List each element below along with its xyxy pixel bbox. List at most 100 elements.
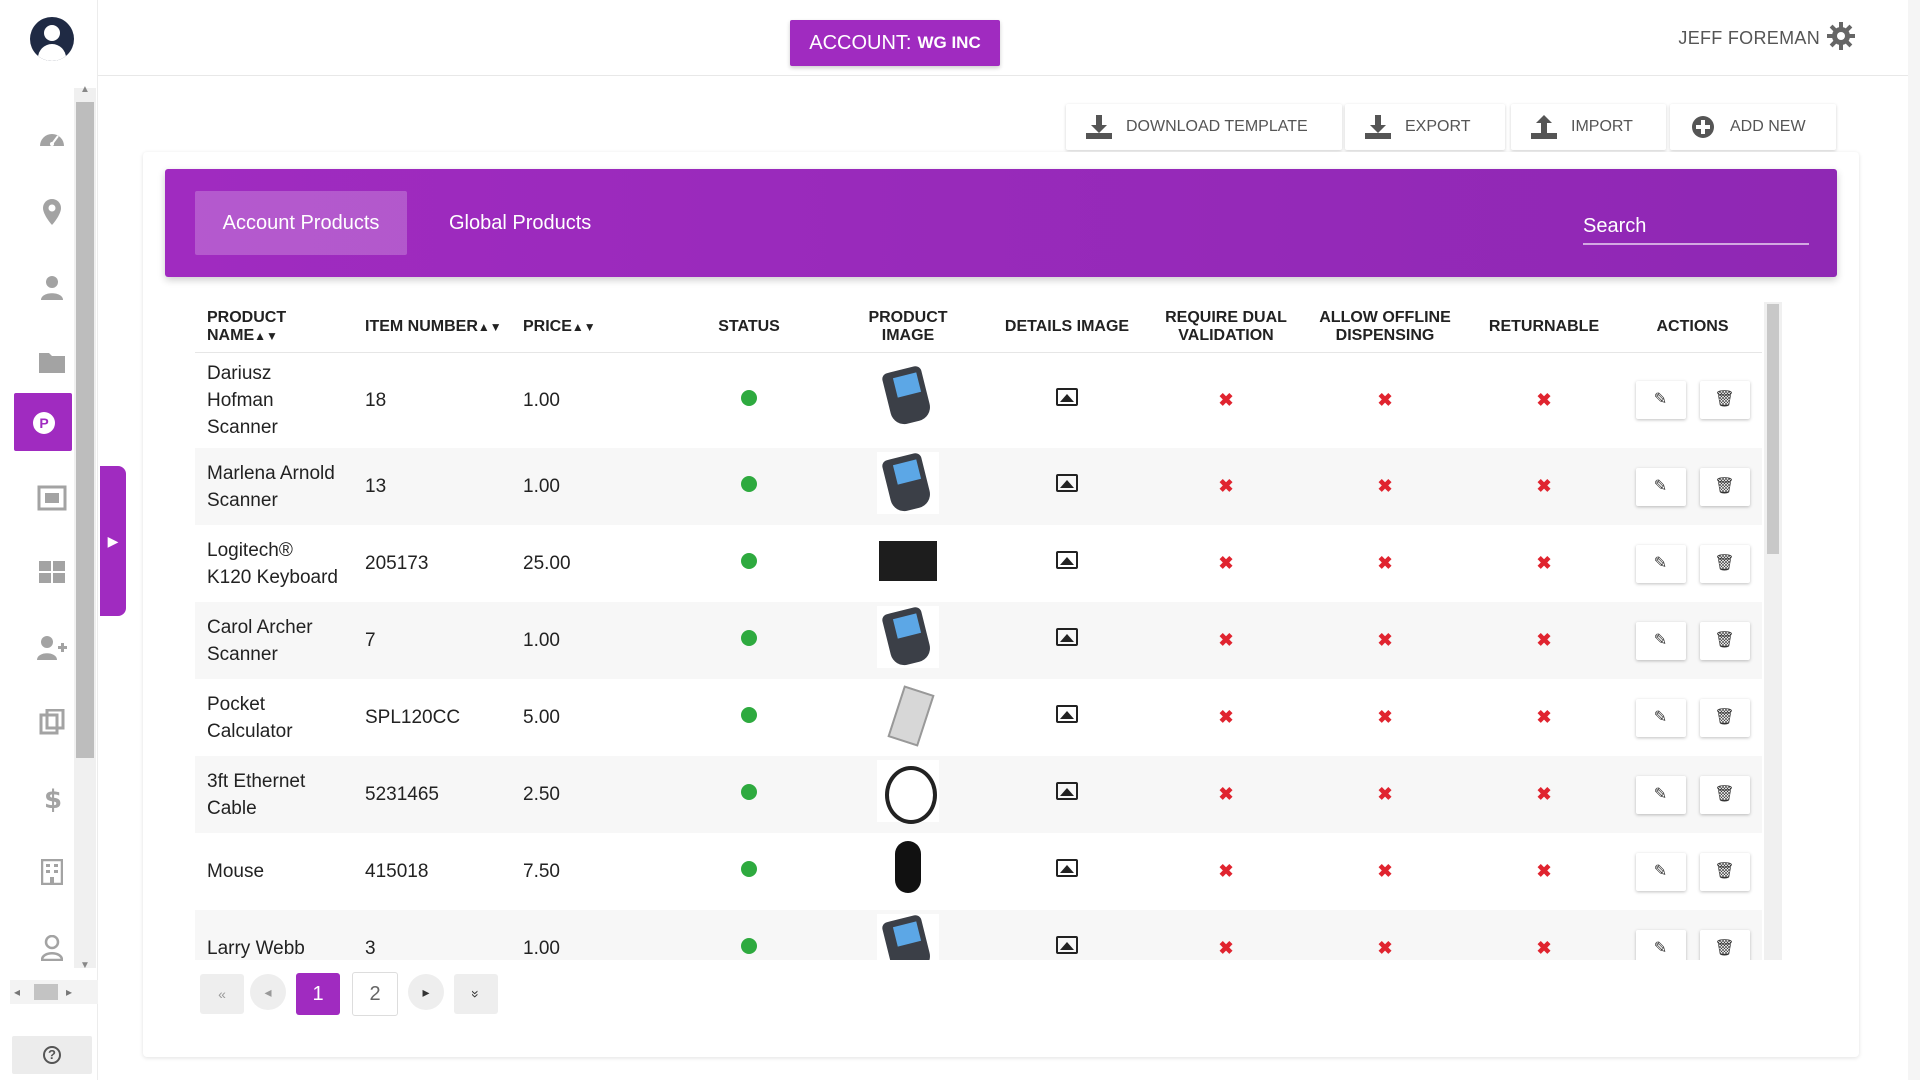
calculator-thumbnail[interactable] xyxy=(877,682,939,745)
add-new-label: ADD NEW xyxy=(1730,118,1806,135)
status-cell xyxy=(669,352,829,448)
cable-thumbnail[interactable] xyxy=(877,759,939,824)
status-cell xyxy=(669,602,829,679)
price: 1.00 xyxy=(523,389,560,411)
horizontal-scroll-thumb[interactable] xyxy=(34,984,58,1000)
actions-cell: ✎ 🗑 xyxy=(1623,602,1762,679)
trash-icon: 🗑 xyxy=(1714,391,1735,409)
grid-icon[interactable] xyxy=(36,556,68,588)
cross-icon: ✖ xyxy=(1377,476,1393,496)
user-avatar-icon[interactable] xyxy=(30,17,74,61)
image-icon[interactable] xyxy=(1056,387,1078,406)
delete-button[interactable]: 🗑 xyxy=(1699,698,1750,737)
search-input[interactable] xyxy=(1583,209,1809,245)
edit-button[interactable]: ✎ xyxy=(1635,621,1686,660)
product-image-cell xyxy=(829,833,987,910)
add-user-icon[interactable] xyxy=(36,632,68,664)
delete-button[interactable]: 🗑 xyxy=(1699,929,1750,960)
product-image-cell xyxy=(829,679,987,756)
tab-global-products[interactable]: Global Products xyxy=(427,191,613,255)
image-icon[interactable] xyxy=(1056,474,1078,492)
last-page-button[interactable]: » xyxy=(454,974,498,1014)
page-2-button[interactable]: 2 xyxy=(352,972,398,1016)
prev-page-button[interactable]: ◂ xyxy=(250,974,286,1010)
import-button[interactable]: IMPORT xyxy=(1511,104,1666,150)
copy-icon[interactable] xyxy=(36,706,68,738)
account-selector-button[interactable]: ACCOUNT: WG INC xyxy=(790,20,1000,66)
cross-icon: ✖ xyxy=(1536,389,1552,410)
delete-button[interactable]: 🗑 xyxy=(1699,852,1750,891)
image-icon[interactable] xyxy=(1056,551,1078,569)
mouse-thumbnail[interactable] xyxy=(877,836,939,899)
delete-button[interactable]: 🗑 xyxy=(1699,467,1750,506)
sidebar-expand-toggle[interactable]: ▶ xyxy=(100,466,126,616)
inventory-icon[interactable] xyxy=(36,482,68,514)
edit-button[interactable]: ✎ xyxy=(1635,698,1686,737)
edit-button[interactable]: ✎ xyxy=(1635,467,1686,506)
page-1-button[interactable]: 1 xyxy=(296,973,340,1015)
sort-icon[interactable]: ▲▼ xyxy=(478,320,502,334)
location-pin-icon[interactable] xyxy=(36,196,68,228)
delete-button[interactable]: 🗑 xyxy=(1699,544,1750,583)
folder-icon[interactable] xyxy=(36,346,68,378)
edit-button[interactable]: ✎ xyxy=(1635,381,1686,420)
chevron-left-icon: ◂ xyxy=(264,983,272,1000)
tab-account-products[interactable]: Account Products xyxy=(195,191,407,255)
page-scrollbar[interactable] xyxy=(1908,0,1920,1080)
edit-button[interactable]: ✎ xyxy=(1635,544,1686,583)
delete-button[interactable]: 🗑 xyxy=(1699,381,1750,420)
delete-button[interactable]: 🗑 xyxy=(1699,775,1750,814)
table-scrollbar[interactable] xyxy=(1764,302,1782,960)
help-button[interactable]: ? xyxy=(12,1036,92,1074)
keyboard-thumbnail[interactable] xyxy=(877,528,939,591)
sidebar-item-products[interactable]: P xyxy=(14,393,72,451)
col-allow-offline-dispensing: ALLOW OFFLINE DISPENSING xyxy=(1305,302,1465,353)
returnable-cell: ✖ xyxy=(1465,602,1623,679)
building-icon[interactable] xyxy=(36,856,68,888)
dollar-icon[interactable]: $ xyxy=(36,782,68,814)
allow-offline-cell: ✖ xyxy=(1305,833,1465,910)
download-template-button[interactable]: DOWNLOAD TEMPLATE xyxy=(1066,104,1342,150)
sidebar-scroll-up-icon[interactable]: ▲ xyxy=(78,84,92,96)
returnable-cell: ✖ xyxy=(1465,679,1623,756)
image-icon[interactable] xyxy=(1056,782,1078,800)
image-icon[interactable] xyxy=(1056,859,1078,877)
sidebar-scrollbar-thumb[interactable] xyxy=(76,102,94,758)
scanner-thumbnail[interactable] xyxy=(877,451,939,514)
scanner-thumbnail[interactable] xyxy=(877,913,939,960)
dashboard-icon[interactable] xyxy=(36,122,68,154)
col-price[interactable]: PRICE▲▼ xyxy=(511,302,669,353)
edit-button[interactable]: ✎ xyxy=(1635,775,1686,814)
product-image-cell xyxy=(829,525,987,602)
user-icon[interactable] xyxy=(36,272,68,304)
scroll-right-icon[interactable]: ▸ xyxy=(66,985,72,999)
sort-icon[interactable]: ▲▼ xyxy=(254,329,278,343)
scanner-thumbnail[interactable] xyxy=(877,605,939,668)
edit-button[interactable]: ✎ xyxy=(1635,852,1686,891)
edit-button[interactable]: ✎ xyxy=(1635,929,1686,960)
product-name: Carol Archer Scanner xyxy=(195,602,353,679)
sort-icon[interactable]: ▲▼ xyxy=(572,320,596,334)
image-icon[interactable] xyxy=(1056,936,1078,954)
col-item-number[interactable]: ITEM NUMBER▲▼ xyxy=(353,302,511,353)
user-name[interactable]: JEFF FOREMAN xyxy=(1678,28,1820,49)
status-active-dot xyxy=(741,707,757,723)
delete-button[interactable]: 🗑 xyxy=(1699,621,1750,660)
account-user-icon[interactable] xyxy=(36,932,68,964)
scanner-thumbnail[interactable] xyxy=(877,365,939,428)
svg-text:$: $ xyxy=(44,785,61,812)
sidebar: ▲ ▼ P $ ◂ ▸ ? xyxy=(0,0,98,1080)
next-page-button[interactable]: ▸ xyxy=(408,974,444,1010)
col-product-name[interactable]: PRODUCT NAME▲▼ xyxy=(195,302,353,353)
export-button[interactable]: EXPORT xyxy=(1345,104,1505,150)
table-scrollbar-thumb[interactable] xyxy=(1767,304,1779,554)
image-icon[interactable] xyxy=(1056,628,1078,646)
trash-icon: 🗑 xyxy=(1714,631,1735,649)
sidebar-horizontal-scrollbar[interactable]: ◂ ▸ xyxy=(10,980,98,1004)
sidebar-scroll-down-icon[interactable]: ▼ xyxy=(78,960,92,972)
image-icon[interactable] xyxy=(1056,705,1078,723)
first-page-button[interactable]: « xyxy=(200,974,244,1014)
scroll-left-icon[interactable]: ◂ xyxy=(14,985,20,999)
gear-icon[interactable] xyxy=(1826,22,1856,52)
add-new-button[interactable]: ADD NEW xyxy=(1670,104,1836,150)
